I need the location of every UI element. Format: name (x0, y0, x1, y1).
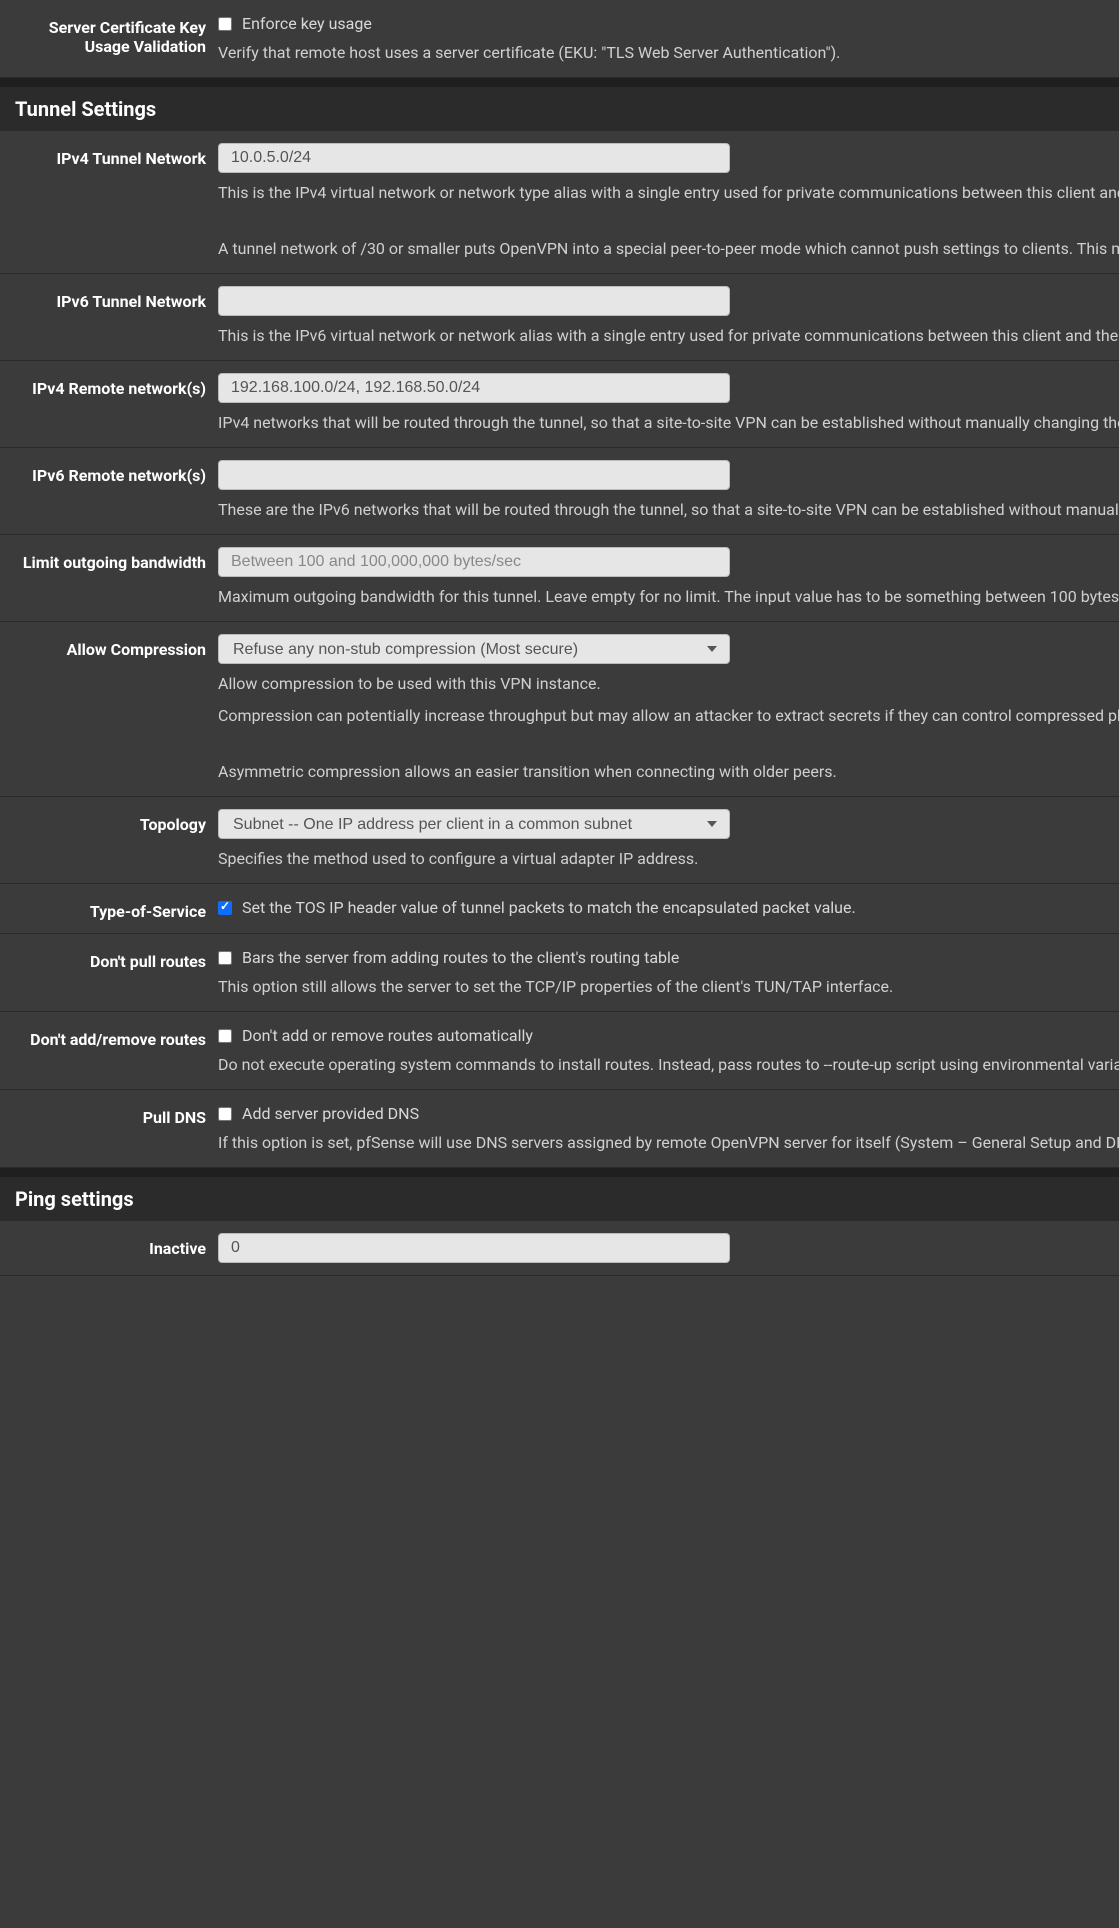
dont-pull-checkbox[interactable] (218, 951, 232, 965)
bandwidth-help: Maximum outgoing bandwidth for this tunn… (218, 585, 1107, 609)
dont-add-checkbox[interactable] (218, 1029, 232, 1043)
pull-dns-checkbox[interactable] (218, 1107, 232, 1121)
ipv6-remote-label: IPv6 Remote network(s) (0, 460, 218, 485)
pull-dns-help: If this option is set, pfSense will use … (218, 1131, 1107, 1155)
inactive-input[interactable] (218, 1233, 730, 1263)
tos-checkbox-label: Set the TOS IP header value of tunnel pa… (242, 898, 856, 917)
compression-select[interactable]: Refuse any non-stub compression (Most se… (218, 634, 730, 664)
ipv4-tunnel-help1: This is the IPv4 virtual network or netw… (218, 181, 1107, 205)
compression-help1: Allow compression to be used with this V… (218, 672, 1107, 696)
dont-add-help: Do not execute operating system commands… (218, 1053, 1107, 1077)
pull-dns-label: Pull DNS (0, 1102, 218, 1127)
server-cert-label: Server Certificate Key Usage Validation (0, 12, 218, 56)
enforce-key-usage-label: Enforce key usage (242, 14, 372, 33)
ipv6-tunnel-input[interactable] (218, 286, 730, 316)
topology-help: Specifies the method used to configure a… (218, 847, 1107, 871)
tunnel-settings-header: Tunnel Settings (0, 83, 1119, 131)
ipv4-tunnel-input[interactable] (218, 143, 730, 173)
ipv4-remote-input[interactable] (218, 373, 730, 403)
dont-add-checkbox-label: Don't add or remove routes automatically (242, 1026, 533, 1045)
topology-select[interactable]: Subnet -- One IP address per client in a… (218, 809, 730, 839)
dont-add-label: Don't add/remove routes (0, 1024, 218, 1049)
ipv6-remote-help: These are the IPv6 networks that will be… (218, 498, 1107, 522)
compression-help2: Compression can potentially increase thr… (218, 704, 1107, 728)
pull-dns-checkbox-label: Add server provided DNS (242, 1104, 419, 1123)
ipv6-tunnel-label: IPv6 Tunnel Network (0, 286, 218, 311)
dont-pull-label: Don't pull routes (0, 946, 218, 971)
inactive-label: Inactive (0, 1233, 218, 1258)
bandwidth-input[interactable] (218, 547, 730, 577)
tos-label: Type-of-Service (0, 896, 218, 921)
compression-label: Allow Compression (0, 634, 218, 659)
dont-pull-checkbox-label: Bars the server from adding routes to th… (242, 948, 679, 967)
ipv6-remote-input[interactable] (218, 460, 730, 490)
ipv4-remote-label: IPv4 Remote network(s) (0, 373, 218, 398)
topology-label: Topology (0, 809, 218, 834)
server-cert-help: Verify that remote host uses a server ce… (218, 41, 1107, 65)
ping-settings-header: Ping settings (0, 1173, 1119, 1221)
bandwidth-label: Limit outgoing bandwidth (0, 547, 218, 572)
ipv4-remote-help: IPv4 networks that will be routed throug… (218, 411, 1107, 435)
ipv4-tunnel-label: IPv4 Tunnel Network (0, 143, 218, 168)
ipv4-tunnel-help2: A tunnel network of /30 or smaller puts … (218, 237, 1107, 261)
compression-help3: Asymmetric compression allows an easier … (218, 760, 1107, 784)
enforce-key-usage-checkbox[interactable] (218, 17, 232, 31)
ipv6-tunnel-help: This is the IPv6 virtual network or netw… (218, 324, 1107, 348)
tos-checkbox[interactable] (218, 901, 232, 915)
dont-pull-help: This option still allows the server to s… (218, 975, 1107, 999)
